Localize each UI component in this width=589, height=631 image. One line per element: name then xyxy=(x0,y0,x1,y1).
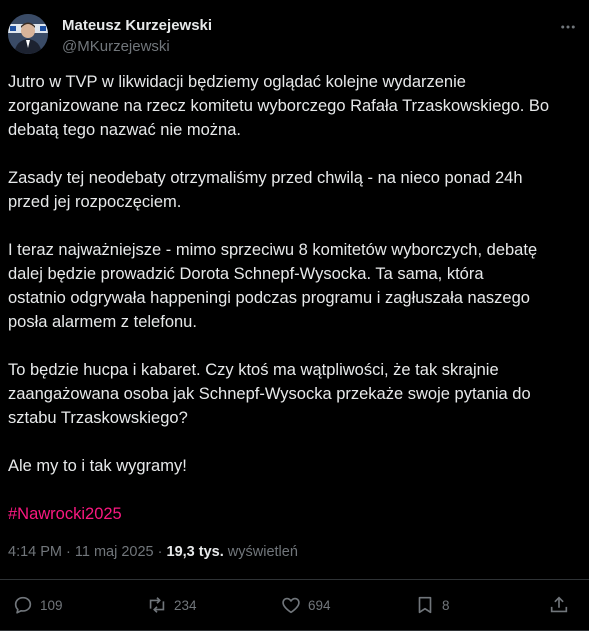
text-line: zaangażowana osoba jak Schnepf-Wysocka p… xyxy=(8,385,531,403)
divider xyxy=(0,579,589,580)
author-name[interactable]: Mateusz Kurzejewski xyxy=(62,17,212,34)
bookmark-button[interactable]: 8 xyxy=(414,592,450,618)
avatar[interactable] xyxy=(8,14,48,54)
reply-count: 109 xyxy=(40,597,63,613)
text-line: posła alarmem z telefonu. xyxy=(8,313,197,331)
like-button[interactable]: 694 xyxy=(280,592,331,618)
text-line: ostatnio odgrywała happeningi podczas pr… xyxy=(8,289,530,307)
separator: · xyxy=(157,544,167,560)
paragraph: Jutro w TVP w likwidacji będziemy ogląda… xyxy=(8,70,578,142)
reply-icon xyxy=(14,596,32,614)
like-icon xyxy=(282,597,300,614)
text-line: przed jej rozpoczęciem. xyxy=(8,193,182,211)
author-handle[interactable]: @MKurzejewski xyxy=(62,38,170,55)
bookmark-count: 8 xyxy=(442,597,450,613)
post-date[interactable]: 11 maj 2025 xyxy=(75,544,154,560)
paragraph: To będzie hucpa i kabaret. Czy ktoś ma w… xyxy=(8,358,578,430)
post-time[interactable]: 4:14 PM xyxy=(8,544,62,560)
repost-icon xyxy=(149,597,165,613)
views-label: wyświetleń xyxy=(227,544,298,560)
paragraph: Zasady tej neodebaty otrzymaliśmy przed … xyxy=(8,166,578,214)
text-line: To będzie hucpa i kabaret. Czy ktoś ma w… xyxy=(8,361,499,379)
text-line: sztabu Trzaskowskiego? xyxy=(8,409,188,427)
post-text: Jutro w TVP w likwidacji będziemy ogląda… xyxy=(8,70,578,550)
repost-button[interactable]: 234 xyxy=(146,592,197,618)
repost-count: 234 xyxy=(174,597,197,613)
paragraph: Ale my to i tak wygramy! xyxy=(8,454,578,478)
more-icon[interactable] xyxy=(557,16,579,38)
hashtag-link[interactable]: #Nawrocki2025 xyxy=(8,505,122,523)
text-line: zorganizowane na rzecz komitetu wyborcze… xyxy=(8,97,550,115)
reply-button[interactable]: 109 xyxy=(12,592,63,618)
post-meta: 4:14 PM · 11 maj 2025 · 19,3 tys. wyświe… xyxy=(8,544,298,560)
avatar-image xyxy=(8,14,48,54)
action-bar: 109 234 694 8 xyxy=(0,592,589,620)
text-line: Jutro w TVP w likwidacji będziemy ogląda… xyxy=(8,73,466,91)
paragraph: I teraz najważniejsze - mimo sprzeciwu 8… xyxy=(8,238,578,334)
separator: · xyxy=(66,544,75,560)
like-count: 694 xyxy=(308,597,331,613)
bookmark-icon xyxy=(418,596,432,614)
text-line: Ale my to i tak wygramy! xyxy=(8,457,187,475)
text-line: debatą tego nazwać nie można. xyxy=(8,121,241,139)
post-header: Mateusz Kurzejewski @MKurzejewski xyxy=(8,14,579,60)
share-icon xyxy=(550,596,568,613)
text-line: I teraz najważniejsze - mimo sprzeciwu 8… xyxy=(8,241,538,259)
share-button[interactable] xyxy=(548,592,576,618)
text-line: dalej będzie prowadzić Dorota Schnepf-Wy… xyxy=(8,265,484,283)
paragraph: #Nawrocki2025 xyxy=(8,502,578,526)
views-count: 19,3 tys. xyxy=(166,544,224,560)
text-line: Zasady tej neodebaty otrzymaliśmy przed … xyxy=(8,169,523,187)
